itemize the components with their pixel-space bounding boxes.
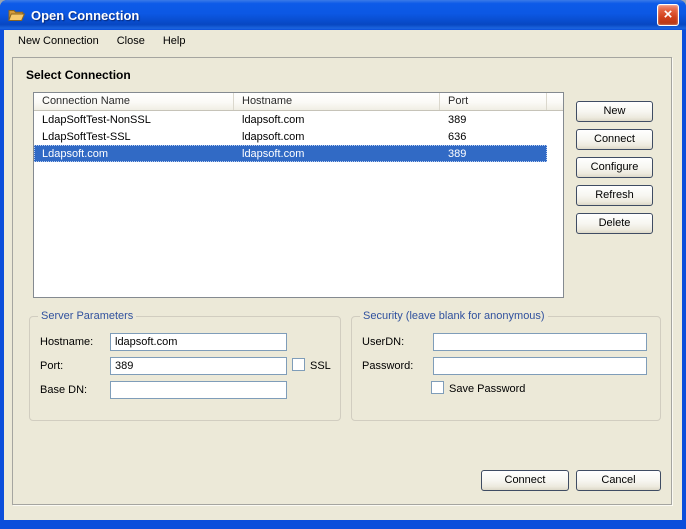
menu-help[interactable]: Help [155,32,194,50]
open-connection-dialog: Open Connection × New Connection Close H… [0,0,686,529]
password-label: Password: [362,360,413,372]
menu-bar: New Connection Close Help [4,30,682,52]
dialog-body: New Connection Close Help Select Connect… [4,30,682,520]
cell-connection-name: LdapSoftTest-SSL [34,131,234,143]
menu-new-connection[interactable]: New Connection [10,32,107,50]
connect-button[interactable]: Connect [481,470,569,491]
close-icon: × [664,7,673,22]
userdn-field[interactable] [433,333,647,351]
table-row-selected[interactable]: Ldapsoft.com ldapsoft.com 389 [34,145,547,162]
cell-port: 636 [440,131,547,143]
cell-hostname: ldapsoft.com [234,131,440,143]
menu-close[interactable]: Close [109,32,153,50]
panel-title: Select Connection [26,68,131,82]
port-label: Port: [40,360,63,372]
password-field[interactable] [433,357,647,375]
cell-connection-name: Ldapsoft.com [34,148,234,160]
connections-table[interactable]: Connection Name Hostname Port LdapSoftTe… [33,92,564,298]
column-header-hostname[interactable]: Hostname [234,93,440,110]
cell-port: 389 [440,148,547,160]
column-header-connection-name[interactable]: Connection Name [34,93,234,110]
open-folder-icon [8,8,25,22]
save-password-label: Save Password [449,383,525,395]
hostname-label: Hostname: [40,336,93,348]
delete-button[interactable]: Delete [576,213,653,234]
cell-hostname: ldapsoft.com [234,114,440,126]
base-dn-label: Base DN: [40,384,87,396]
configure-button[interactable]: Configure [576,157,653,178]
security-group: Security (leave blank for anonymous) Use… [351,316,661,421]
table-header: Connection Name Hostname Port [34,93,563,111]
new-button[interactable]: New [576,101,653,122]
cell-port: 389 [440,114,547,126]
server-parameters-group: Server Parameters Hostname: Port: SSL Ba… [29,316,341,421]
userdn-label: UserDN: [362,336,404,348]
connect-side-button[interactable]: Connect [576,129,653,150]
save-password-checkbox[interactable] [431,381,444,394]
port-field[interactable] [110,357,287,375]
table-row[interactable]: LdapSoftTest-NonSSL ldapsoft.com 389 [34,111,547,128]
base-dn-field[interactable] [110,381,287,399]
close-button[interactable]: × [657,4,679,26]
column-header-port[interactable]: Port [440,93,547,110]
security-title: Security (leave blank for anonymous) [360,310,548,322]
title-bar[interactable]: Open Connection × [0,0,686,30]
cancel-button[interactable]: Cancel [576,470,661,491]
cell-hostname: ldapsoft.com [234,148,440,160]
select-connection-panel: Select Connection Connection Name Hostna… [12,57,672,505]
refresh-button[interactable]: Refresh [576,185,653,206]
column-header-filler [547,93,563,110]
table-row[interactable]: LdapSoftTest-SSL ldapsoft.com 636 [34,128,547,145]
ssl-label: SSL [310,360,331,372]
cell-connection-name: LdapSoftTest-NonSSL [34,114,234,126]
server-parameters-title: Server Parameters [38,310,136,322]
window-title: Open Connection [31,8,139,23]
hostname-field[interactable] [110,333,287,351]
ssl-checkbox[interactable] [292,358,305,371]
